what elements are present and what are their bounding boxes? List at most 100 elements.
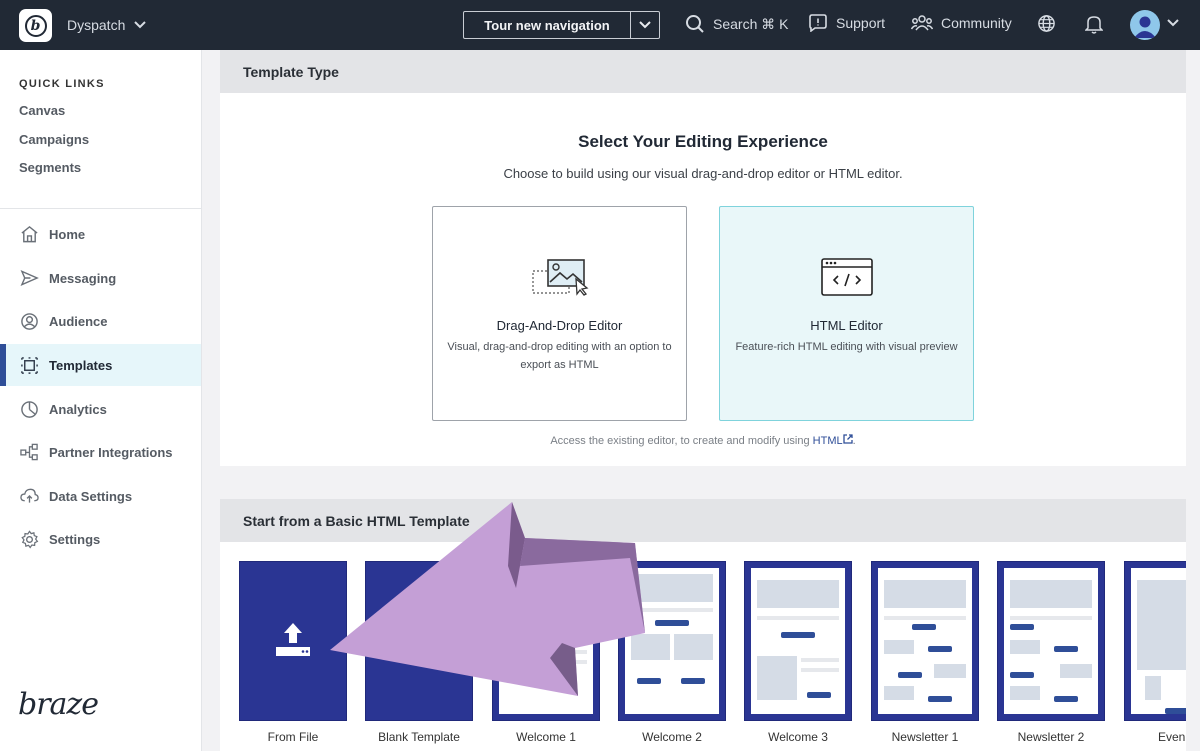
image-placeholder — [757, 656, 797, 700]
user-avatar[interactable] — [1130, 10, 1160, 40]
send-icon — [20, 269, 39, 287]
template-type-header: Template Type — [220, 50, 1186, 93]
sidebar-item-label: Data Settings — [49, 488, 133, 504]
template-label: Newsletter 2 — [1017, 730, 1085, 744]
sidebar-item-messaging[interactable]: Messaging — [0, 257, 201, 299]
tour-dropdown-toggle[interactable] — [630, 12, 659, 38]
template-label: From File — [267, 730, 319, 744]
quick-link-segments[interactable]: Segments — [19, 160, 81, 175]
template-from-file[interactable] — [239, 561, 347, 721]
user-circle-icon — [21, 312, 38, 330]
sidebar-item-label: Home — [49, 226, 86, 242]
braze-logo: braze — [18, 687, 99, 722]
card-description: Visual, drag-and-drop editing with an op… — [447, 341, 672, 371]
sidebar-item-label: Messaging — [49, 270, 117, 286]
button-placeholder — [655, 620, 689, 626]
template-preview — [878, 568, 972, 714]
text-line — [801, 668, 839, 672]
drag-and-drop-editor-card[interactable]: Drag-And-Drop Editor Visual, drag-and-dr… — [432, 206, 687, 421]
text-line — [549, 650, 587, 654]
html-editor-link[interactable]: HTML — [812, 434, 853, 447]
template-label: Welcome 2 — [642, 730, 702, 744]
template-event[interactable] — [1124, 561, 1186, 721]
sidebar: QUICK LINKS Canvas Campaigns Segments Ho… — [0, 50, 202, 751]
pie-chart-icon — [21, 400, 38, 418]
account-menu-toggle[interactable] — [1166, 18, 1180, 28]
support-button[interactable]: Support — [808, 14, 885, 32]
quick-link-canvas[interactable]: Canvas — [19, 103, 65, 118]
button-placeholder — [1054, 646, 1078, 652]
sidebar-item-data-settings[interactable]: Data Settings — [0, 475, 201, 517]
bell-icon — [1085, 16, 1103, 34]
text-line — [884, 616, 966, 620]
search-label: Search ⌘ K — [713, 15, 789, 32]
button-placeholder — [928, 696, 952, 702]
sidebar-item-audience[interactable]: Audience — [0, 300, 201, 342]
sidebar-divider — [0, 208, 201, 209]
template-preview — [499, 568, 593, 714]
image-placeholder — [934, 664, 966, 678]
image-placeholder — [1137, 580, 1186, 670]
company-name: Dyspatch — [67, 17, 126, 33]
support-label: Support — [836, 15, 886, 31]
chevron-down-icon — [1167, 19, 1179, 27]
scrollbar-track[interactable] — [1186, 50, 1200, 751]
card-description: Feature-rich HTML editing with visual pr… — [735, 341, 958, 353]
button-placeholder — [898, 672, 922, 678]
image-placeholder — [1010, 580, 1092, 608]
button-placeholder — [681, 678, 705, 684]
external-link-icon — [842, 434, 853, 444]
template-blank[interactable] — [365, 561, 473, 721]
access-existing-editor-note: Access the existing editor, to create an… — [220, 434, 1186, 447]
sidebar-item-partner-integrations[interactable]: Partner Integrations — [0, 431, 201, 473]
sidebar-item-label: Templates — [49, 357, 113, 373]
sidebar-item-home[interactable]: Home — [0, 213, 201, 255]
template-newsletter-1[interactable] — [871, 561, 979, 721]
notifications-button[interactable] — [1085, 14, 1103, 34]
app-logo[interactable]: b — [19, 9, 52, 42]
html-editor-card[interactable]: HTML Editor Feature-rich HTML editing wi… — [719, 206, 974, 421]
drag-drop-icon — [433, 257, 686, 297]
language-button[interactable] — [1037, 14, 1056, 33]
image-placeholder — [1060, 664, 1092, 678]
template-welcome-2[interactable] — [618, 561, 726, 721]
community-button[interactable]: Community — [911, 14, 1012, 32]
sidebar-item-settings[interactable]: Settings — [0, 518, 201, 560]
image-placeholder — [884, 686, 914, 700]
access-end: . — [852, 435, 856, 447]
quick-links-title: QUICK LINKS — [19, 78, 105, 90]
company-switcher[interactable]: Dyspatch — [67, 17, 147, 33]
chevron-down-icon — [639, 21, 651, 29]
search-button[interactable]: Search ⌘ K — [685, 14, 788, 34]
image-placeholder — [631, 574, 713, 602]
button-placeholder — [1054, 696, 1078, 702]
top-navigation-bar: b Dyspatch Tour new navigation Search ⌘ … — [0, 0, 1200, 50]
template-newsletter-2[interactable] — [997, 561, 1105, 721]
image-placeholder — [1145, 676, 1161, 700]
template-welcome-1[interactable] — [492, 561, 600, 721]
template-label: Newsletter 1 — [891, 730, 959, 744]
basic-templates-header: Start from a Basic HTML Template — [220, 499, 1186, 542]
gear-icon — [21, 529, 39, 549]
text-line — [1010, 616, 1092, 620]
html-link-label: HTML — [812, 435, 843, 447]
button-placeholder — [928, 646, 952, 652]
template-label: Welcome 3 — [768, 730, 828, 744]
community-label: Community — [941, 15, 1012, 31]
sidebar-item-templates[interactable]: Templates — [0, 344, 201, 386]
code-window-icon — [720, 257, 973, 297]
button-placeholder — [781, 632, 815, 638]
template-preview — [1004, 568, 1098, 714]
home-icon — [21, 225, 38, 243]
sidebar-item-analytics[interactable]: Analytics — [0, 388, 201, 430]
text-line — [757, 616, 839, 620]
tour-new-navigation-button[interactable]: Tour new navigation — [463, 11, 660, 39]
template-welcome-3[interactable] — [744, 561, 852, 721]
sidebar-item-label: Partner Integrations — [49, 444, 173, 460]
image-placeholder — [1010, 686, 1040, 700]
tour-label: Tour new navigation — [484, 17, 610, 33]
basic-html-templates-panel: Start from a Basic HTML Template From Fi… — [220, 499, 1186, 751]
button-placeholder — [1165, 708, 1186, 714]
template-preview — [625, 568, 719, 714]
quick-link-campaigns[interactable]: Campaigns — [19, 132, 89, 147]
